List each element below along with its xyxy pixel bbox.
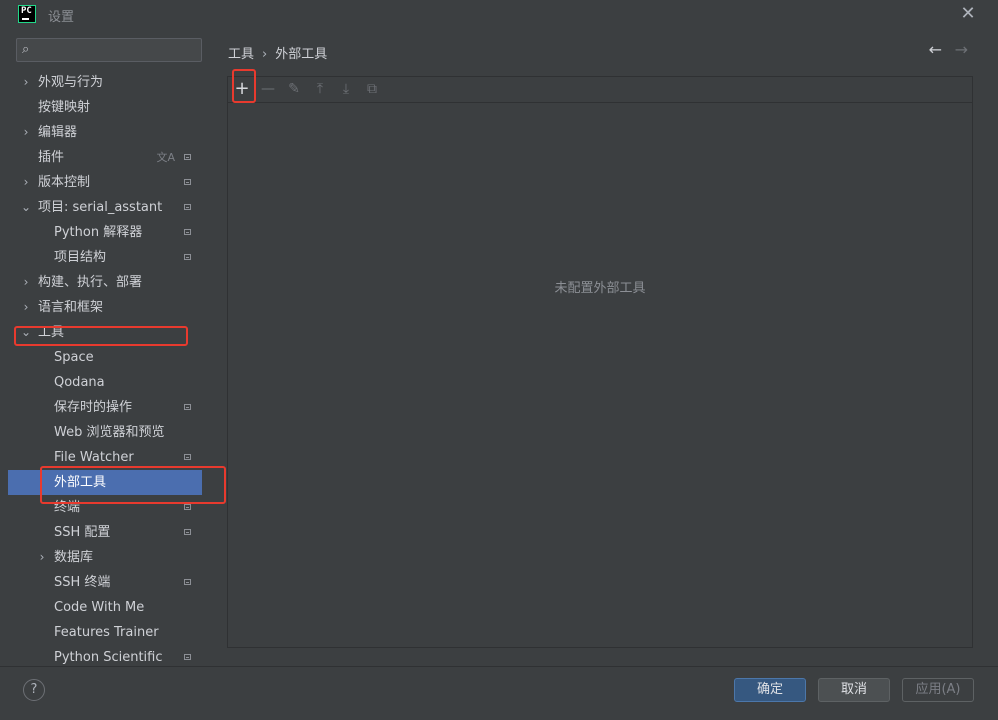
tree-item[interactable]: 外部工具 xyxy=(8,470,202,495)
window-title: 设置 xyxy=(48,10,75,25)
tree-item[interactable]: SSH 终端 xyxy=(8,570,202,595)
tree-item[interactable]: ⌄ 工具 xyxy=(8,320,202,345)
breadcrumb-separator: › xyxy=(262,47,268,62)
forward-arrow-icon[interactable]: → xyxy=(955,40,968,59)
external-tools-panel: + — ✎ ⤒ ⤓ ⧉ 未配置外部工具 xyxy=(227,76,973,648)
project-settings-icon xyxy=(184,254,191,260)
project-settings-icon xyxy=(184,404,191,410)
tree-item[interactable]: Space xyxy=(8,345,202,370)
tree-item-label: Code With Me xyxy=(54,600,145,615)
tree-item-label: 按键映射 xyxy=(38,100,91,115)
chevron-right-icon[interactable]: › xyxy=(20,170,32,195)
add-icon[interactable]: + xyxy=(232,79,252,99)
dialog-footer: ? 确定 取消 应用(A) xyxy=(0,666,998,720)
apply-button[interactable]: 应用(A) xyxy=(902,678,974,702)
title-bar: PC 设置 ✕ xyxy=(0,0,998,28)
tree-item-label: 保存时的操作 xyxy=(54,400,133,415)
edit-icon[interactable]: ✎ xyxy=(284,79,304,99)
project-settings-icon xyxy=(184,179,191,185)
chevron-right-icon[interactable]: › xyxy=(36,545,48,570)
chevron-down-icon[interactable]: ⌄ xyxy=(20,195,32,220)
settings-search-box[interactable]: ⌕ xyxy=(16,38,203,62)
tree-item-label: Python Scientific xyxy=(54,650,163,665)
tree-item-label: 外观与行为 xyxy=(38,75,104,90)
tree-item[interactable]: › 外观与行为 xyxy=(8,70,202,95)
tree-item-label: File Watcher xyxy=(54,450,134,465)
translate-icon: 文A xyxy=(156,151,175,164)
settings-tree: › 外观与行为按键映射 › 编辑器插件 文A › 版本控制 ⌄ 项目: serial_assta… xyxy=(8,70,202,666)
tree-item[interactable]: SSH 配置 xyxy=(8,520,202,545)
tree-item[interactable]: › 数据库 xyxy=(8,545,202,570)
chevron-right-icon[interactable]: › xyxy=(20,70,32,95)
pycharm-logo-icon: PC xyxy=(18,5,36,23)
tree-item[interactable]: 项目结构 xyxy=(8,245,202,270)
remove-icon[interactable]: — xyxy=(258,79,278,99)
tree-item[interactable]: Web 浏览器和预览 xyxy=(8,420,202,445)
tree-item[interactable]: › 语言和框架 xyxy=(8,295,202,320)
help-button[interactable]: ? xyxy=(23,679,45,701)
tree-item[interactable]: Qodana xyxy=(8,370,202,395)
empty-state-text: 未配置外部工具 xyxy=(554,281,646,296)
tree-item[interactable]: 插件 文A xyxy=(8,145,202,170)
tree-item[interactable]: › 版本控制 xyxy=(8,170,202,195)
project-settings-icon xyxy=(184,229,191,235)
copy-icon[interactable]: ⧉ xyxy=(362,79,382,99)
tree-item[interactable]: Features Trainer xyxy=(8,620,202,645)
settings-sidebar: ⌕ › 外观与行为按键映射 › 编辑器插件 文A › 版本控制 ⌄ 项目: serial_ass… xyxy=(8,30,210,666)
chevron-right-icon[interactable]: › xyxy=(20,120,32,145)
tree-item-label: 外部工具 xyxy=(54,475,107,490)
tree-item[interactable]: Python Scientific xyxy=(8,645,202,666)
breadcrumb: 工具 › 外部工具 xyxy=(228,43,327,62)
cancel-button[interactable]: 取消 xyxy=(818,678,890,702)
tree-item-label: Python 解释器 xyxy=(54,225,143,240)
move-up-icon[interactable]: ⤒ xyxy=(310,79,330,99)
tree-item-label: Qodana xyxy=(54,375,105,390)
project-settings-icon xyxy=(184,529,191,535)
settings-content: 工具 › 外部工具 ← → + — ✎ ⤒ ⤓ ⧉ 未配置外部工具 xyxy=(210,30,998,666)
tree-item-label: SSH 终端 xyxy=(54,575,111,590)
project-settings-icon xyxy=(184,454,191,460)
tree-item-label: Web 浏览器和预览 xyxy=(54,425,165,440)
chevron-right-icon[interactable]: › xyxy=(20,270,32,295)
ok-button[interactable]: 确定 xyxy=(734,678,806,702)
tree-item-label: 构建、执行、部署 xyxy=(38,275,143,290)
tree-item-label: 终端 xyxy=(54,500,81,515)
project-settings-icon xyxy=(184,154,191,160)
tree-item-label: 语言和框架 xyxy=(38,300,104,315)
tree-item[interactable]: › 编辑器 xyxy=(8,120,202,145)
tree-item[interactable]: › 构建、执行、部署 xyxy=(8,270,202,295)
tree-item-label: Space xyxy=(54,350,94,365)
tree-item[interactable]: ⌄ 项目: serial_asstant xyxy=(8,195,202,220)
project-settings-icon xyxy=(184,504,191,510)
tree-item[interactable]: 终端 xyxy=(8,495,202,520)
tree-item[interactable]: File Watcher xyxy=(8,445,202,470)
project-settings-icon xyxy=(184,204,191,210)
project-settings-icon xyxy=(184,579,191,585)
tree-item-label: 版本控制 xyxy=(38,175,91,190)
external-tools-toolbar: + — ✎ ⤒ ⤓ ⧉ xyxy=(228,77,972,103)
tree-item-label: 编辑器 xyxy=(38,125,78,140)
project-settings-icon xyxy=(184,654,191,660)
breadcrumb-parent[interactable]: 工具 xyxy=(228,47,254,62)
breadcrumb-current: 外部工具 xyxy=(275,47,328,62)
chevron-right-icon[interactable]: › xyxy=(20,295,32,320)
tree-item-label: 项目结构 xyxy=(54,250,107,265)
close-icon[interactable]: ✕ xyxy=(958,4,978,24)
search-icon: ⌕ xyxy=(22,42,30,57)
chevron-down-icon[interactable]: ⌄ xyxy=(20,320,32,345)
tree-item-label: 插件 xyxy=(38,150,65,165)
tree-item[interactable]: Code With Me xyxy=(8,595,202,620)
tree-item-label: 工具 xyxy=(38,325,65,340)
move-down-icon[interactable]: ⤓ xyxy=(336,79,356,99)
tree-item[interactable]: 保存时的操作 xyxy=(8,395,202,420)
tree-item-label: Features Trainer xyxy=(54,625,159,640)
back-arrow-icon[interactable]: ← xyxy=(929,40,942,59)
tree-item[interactable]: Python 解释器 xyxy=(8,220,202,245)
tree-item[interactable]: 按键映射 xyxy=(8,95,202,120)
settings-dialog: PC 设置 ✕ ⌕ › 外观与行为按键映射 › 编辑器插件 文A › 版本控制 ⌄ 项目: se… xyxy=(0,0,998,720)
tree-item-label: SSH 配置 xyxy=(54,525,111,540)
search-input[interactable] xyxy=(39,41,203,61)
tree-item-label: 项目: serial_asstant xyxy=(38,200,163,215)
tree-item-label: 数据库 xyxy=(54,550,94,565)
